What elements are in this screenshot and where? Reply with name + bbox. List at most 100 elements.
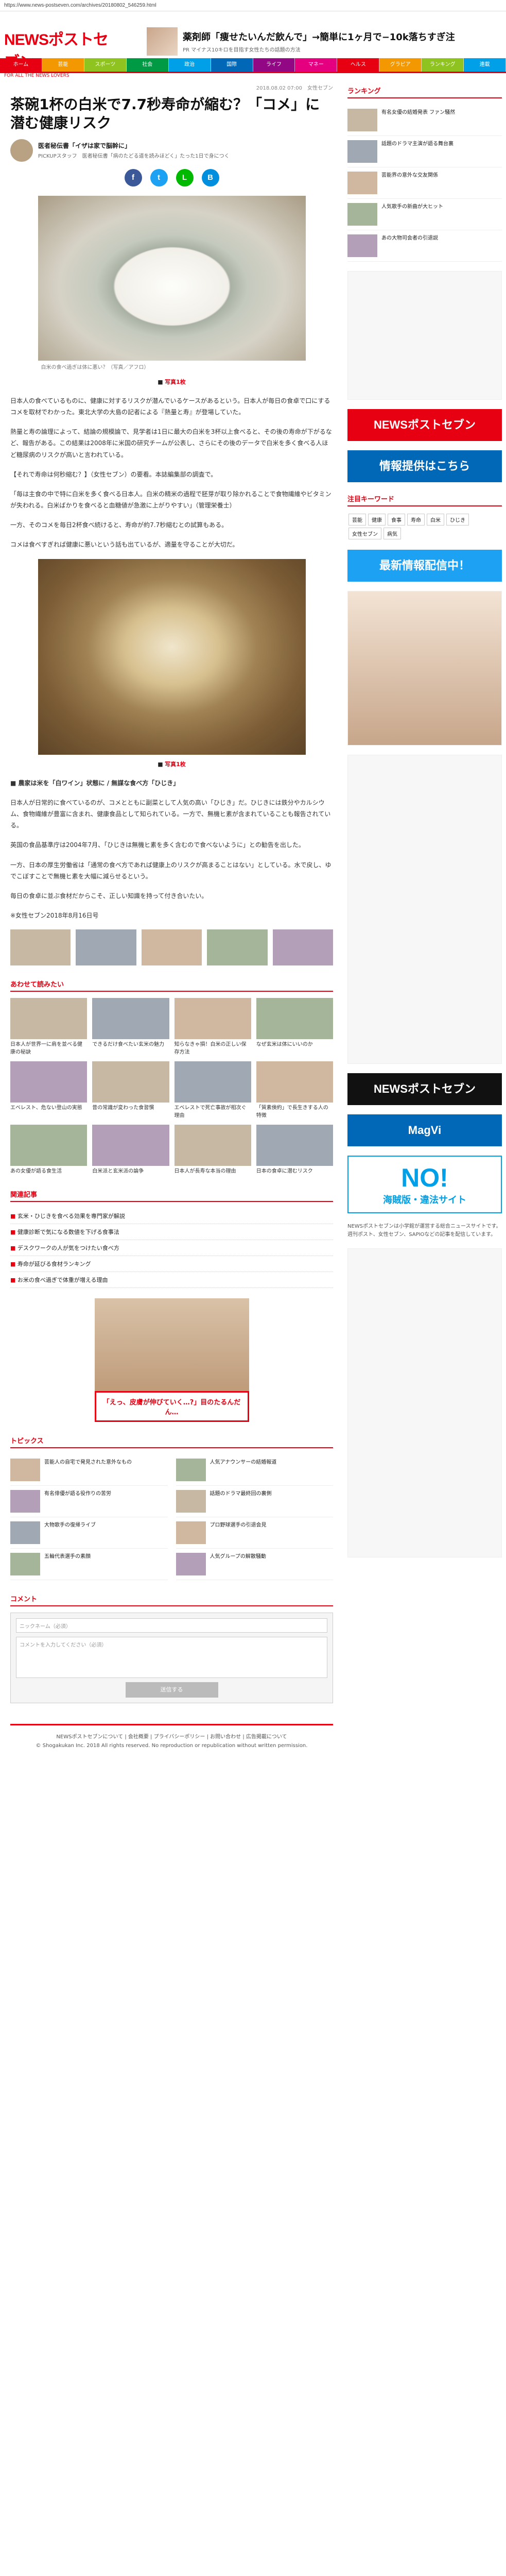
ranking-item[interactable]: 話題のドラマ主演が語る舞台裏 [347, 136, 502, 167]
side-banner-2[interactable]: 情報提供はこちら [347, 450, 502, 482]
pickup-item[interactable]: 健康診断で気になる数値を下げる食事法 [10, 1224, 333, 1240]
related-image [92, 1125, 169, 1166]
side-banner-6[interactable]: NO! 海賊版・違法サイト [347, 1156, 502, 1213]
hatena-icon[interactable]: B [201, 168, 219, 187]
keyword-tag[interactable]: 寿命 [407, 514, 425, 526]
nav-item[interactable]: ランキング [422, 58, 464, 72]
related-item[interactable]: エベレストで死亡事故が相次ぐ理由 [174, 1061, 251, 1120]
nav-item[interactable]: ライフ [253, 58, 295, 72]
nav-item[interactable]: 社会 [126, 58, 169, 72]
keyword-tag[interactable]: 食事 [388, 514, 405, 526]
nav-item[interactable]: 政治 [168, 58, 211, 72]
related-item[interactable]: なぜ玄米は体にいいのか [256, 998, 333, 1056]
side-ad-3[interactable] [347, 755, 502, 1064]
side-ad-1[interactable] [347, 271, 502, 400]
author-name: 医者秘伝書「イザは家で脳幹に」 [38, 142, 131, 150]
nav-item[interactable]: 連載 [464, 58, 506, 72]
topic-item[interactable]: 大物歌手の復帰ライブ [10, 1517, 168, 1549]
comment-name-input[interactable]: ニックネーム（必須） [16, 1618, 327, 1633]
related-item[interactable]: 知らなきゃ損！白米の正しい保存方法 [174, 998, 251, 1056]
photo-strip-item[interactable] [76, 929, 136, 966]
keyword-tag[interactable]: 芸能 [348, 514, 366, 526]
topic-item[interactable]: プロ野球選手の引退会見 [176, 1517, 333, 1549]
article-photo[interactable]: 白米の食べ過ぎは体に悪い？（写真／アフロ） [38, 195, 306, 372]
related-item[interactable]: エベレスト、危ない登山の実態 [10, 1061, 88, 1120]
photo-count-2[interactable]: ■ 写真1枚 [10, 760, 333, 768]
comment-body-input[interactable]: コメントを入力してください（必須） [16, 1636, 327, 1678]
url-bar[interactable]: https://www.news-postseven.com/archives/… [0, 0, 506, 11]
ranking-item[interactable]: 人気歌手の新曲が大ヒット [347, 199, 502, 230]
photo-strip-item[interactable] [10, 929, 71, 966]
pickup-item[interactable]: 寿命が延びる食材ランキング [10, 1256, 333, 1272]
line-icon[interactable]: L [176, 168, 194, 187]
nav-item[interactable]: ホーム [0, 58, 42, 72]
topics-title: トピックス [10, 1433, 333, 1448]
article-date: 2018.08.02 07:00 女性セブン [256, 86, 333, 91]
photo-strip-image [207, 929, 268, 966]
facebook-icon[interactable]: f [124, 168, 142, 187]
twitter-icon[interactable]: t [150, 168, 168, 187]
topic-item[interactable]: 話題のドラマ最終回の裏側 [176, 1486, 333, 1517]
mid-ad[interactable]: 「えっ、皮膚が伸びていく…?」目のたるんだん… [94, 1298, 249, 1422]
header-ad[interactable]: 薬剤師「痩せたいんだ飲んで」→簡単に1ヶ月で−10k落ちすぎ注 PR マイナス1… [147, 26, 497, 57]
ranking-image [347, 234, 377, 257]
nav-item[interactable]: グラビア [379, 58, 422, 72]
ranking-item[interactable]: あの大物司会者の引退説 [347, 230, 502, 262]
side-banner-1[interactable]: NEWSポストセブン [347, 409, 502, 441]
nav-item[interactable]: 国際 [211, 58, 253, 72]
article-paragraph: 一方、そのコメを毎日2杯食べ続けると、寿命が約7.7秒縮むとの試算もある。 [10, 521, 228, 529]
photo-strip-item[interactable] [141, 929, 202, 966]
article-photo-2[interactable] [38, 558, 306, 755]
related-item[interactable]: 「質素倹約」で長生きする人の特徴 [256, 1061, 333, 1120]
photo-strip-item[interactable] [207, 929, 268, 966]
keyword-tag[interactable]: 白米 [427, 514, 444, 526]
related-caption: エベレスト、危ない登山の実態 [10, 1105, 82, 1111]
nav-item[interactable]: ヘルス [337, 58, 380, 72]
topic-image [10, 1489, 40, 1513]
topic-text: 芸能人の自宅で発見された意外なもの [44, 1459, 132, 1465]
topic-item[interactable]: 人気グループの解散騒動 [176, 1549, 333, 1580]
ranking-item[interactable]: 芸能界の意外な交友関係 [347, 167, 502, 199]
site-logo[interactable]: NEWSポストセブン FOR ALL THE NEWS LOVERS [4, 27, 112, 78]
side-ad-2[interactable] [347, 591, 502, 745]
related-item[interactable]: 日本人が長寿な本当の理由 [174, 1125, 251, 1176]
related-item[interactable]: できるだけ食べたい玄米の魅力 [92, 998, 169, 1056]
topic-text: 人気グループの解散騒動 [210, 1553, 266, 1560]
keyword-tag[interactable]: 健康 [368, 514, 386, 526]
related-item[interactable]: 昔の常識が変わった食習慣 [92, 1061, 169, 1120]
pickup-item[interactable]: お米の食べ過ぎで体重が増える理由 [10, 1272, 333, 1288]
article-paragraph: ※女性セブン2018年8月16日号 [10, 912, 99, 920]
side-banner-3[interactable]: 最新情報配信中！ [347, 550, 502, 582]
nav-item[interactable]: 芸能 [42, 58, 84, 72]
keyword-tag[interactable]: 女性セブン [348, 528, 381, 539]
keyword-tag[interactable]: 病気 [383, 528, 401, 539]
ranking-text: あの大物司会者の引退説 [381, 235, 438, 241]
nav-item[interactable]: マネー [295, 58, 338, 72]
photo-strip-item[interactable] [272, 929, 333, 966]
ranking-item[interactable]: 有名女優の結婚発表 ファン騒然 [347, 105, 502, 136]
nav-item[interactable]: スポーツ [84, 58, 127, 72]
pickup-item[interactable]: デスクワークの人が気をつけたい食べ方 [10, 1240, 333, 1256]
topic-text: プロ野球選手の引退会見 [210, 1522, 267, 1528]
photo-strip-image [10, 929, 71, 966]
related-item[interactable]: あの女優が語る食生活 [10, 1125, 88, 1176]
topic-item[interactable]: 五輪代表選手の素顔 [10, 1549, 168, 1580]
related-item[interactable]: 日本の食卓に潜むリスク [256, 1125, 333, 1176]
footer-links[interactable]: NEWSポストセブンについて | 会社概要 | プライバシーポリシー | お問い… [10, 1733, 333, 1741]
topic-item[interactable]: 芸能人の自宅で発見された意外なもの [10, 1454, 168, 1486]
topic-item[interactable]: 人気アナウンサーの結婚報道 [176, 1454, 333, 1486]
main-column: 2018.08.02 07:00 女性セブン 茶碗1杯の白米で7.7秒寿命が縮む… [0, 73, 337, 1757]
side-banner-5[interactable]: MagVi [347, 1114, 502, 1146]
article-paragraph: 【それで寿命は何秒縮む？】（女性セブン）の要看。本誌編集部の調査で。 [10, 470, 217, 478]
photo-count[interactable]: ■ 写真1枚 [10, 378, 333, 386]
pickup-item[interactable]: 玄米・ひじきを食べる効果を専門家が解説 [10, 1208, 333, 1224]
photo-strip [10, 929, 333, 966]
side-banner-4[interactable]: NEWSポストセブン [347, 1073, 502, 1105]
keyword-tag[interactable]: ひじき [446, 514, 469, 526]
related-item[interactable]: 日本人が世界一に肩を並べる健康の秘訣 [10, 998, 88, 1056]
side-ad-4[interactable] [347, 1248, 502, 1557]
comment-submit-button[interactable]: 送信する [125, 1682, 218, 1698]
ranking-text: 芸能界の意外な交友関係 [381, 173, 438, 178]
topic-item[interactable]: 有名俳優が語る役作りの苦労 [10, 1486, 168, 1517]
related-item[interactable]: 白米派と玄米派の論争 [92, 1125, 169, 1176]
